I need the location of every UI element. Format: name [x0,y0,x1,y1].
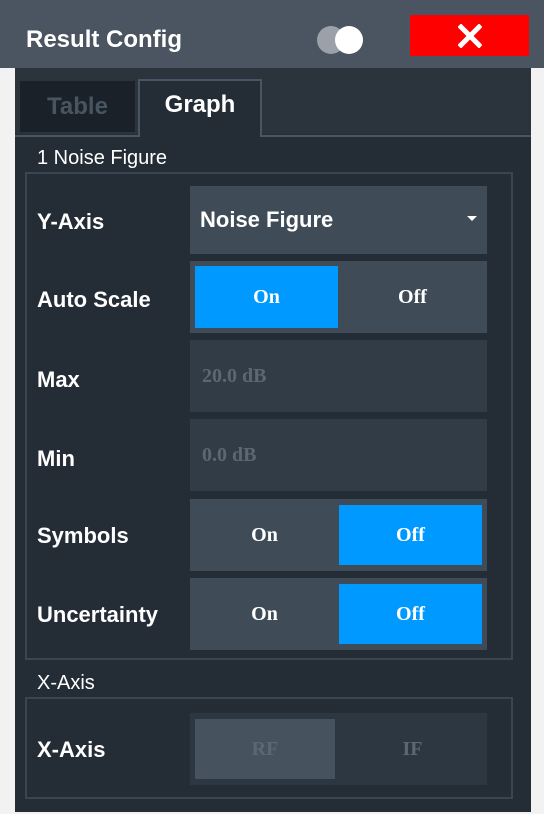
noise-figure-section-label: 1 Noise Figure [37,147,168,169]
auto-scale-label: Auto Scale [37,287,151,312]
uncertainty-off-button[interactable]: Off [339,584,482,644]
config-panel: Table Graph 1 Noise Figure Y-Axis Noise … [15,68,531,812]
max-label: Max [37,367,80,392]
auto-scale-toggle: On Off [190,261,487,333]
tab-bar: Table Graph [15,68,531,137]
tab-table[interactable]: Table [20,81,135,132]
close-x-icon [457,23,482,48]
min-label: Min [37,446,75,471]
symbols-off-button[interactable]: Off [339,505,482,565]
chevron-down-icon [467,216,477,221]
uncertainty-toggle: On Off [190,578,487,650]
y-axis-value: Noise Figure [200,207,334,232]
result-config-dialog: Result Config Table Graph 1 Noise Figure… [0,0,544,814]
tab-divider [15,135,531,137]
title-bar: Result Config [0,0,544,68]
x-axis-if-button[interactable]: IF [338,713,487,785]
auto-scale-off-button[interactable]: Off [338,261,487,333]
symbols-toggle: On Off [190,499,487,571]
close-button[interactable] [410,15,529,56]
y-axis-dropdown[interactable]: Noise Figure [190,186,487,254]
min-field[interactable]: 0.0 dB [190,419,487,491]
x-axis-toggle: RF IF [190,713,487,785]
x-axis-label: X-Axis [37,737,106,762]
view-toggle-icon[interactable] [316,25,372,55]
symbols-on-button[interactable]: On [190,499,339,571]
x-axis-rf-button[interactable]: RF [195,719,335,779]
max-field[interactable]: 20.0 dB [190,340,487,412]
symbols-label: Symbols [37,523,129,548]
dialog-title: Result Config [26,26,182,53]
x-axis-section-label: X-Axis [37,672,95,694]
uncertainty-label: Uncertainty [37,602,159,627]
tab-graph[interactable]: Graph [138,79,262,137]
auto-scale-on-button[interactable]: On [195,266,338,328]
y-axis-label: Y-Axis [37,209,105,234]
uncertainty-on-button[interactable]: On [190,578,339,650]
